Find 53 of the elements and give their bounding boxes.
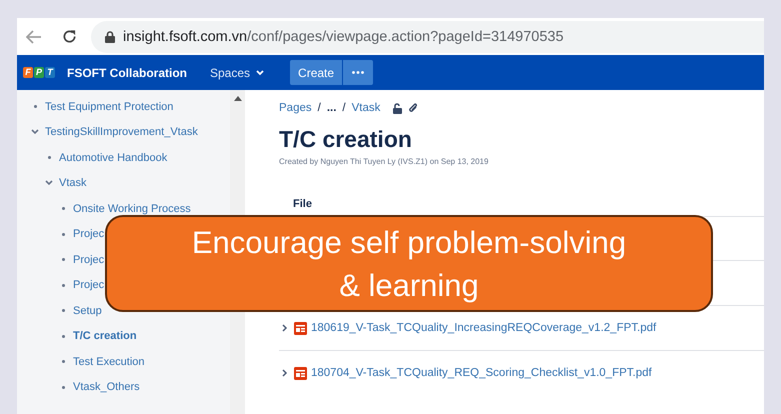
logo[interactable]: F P T <box>23 67 55 78</box>
unlock-icon[interactable] <box>392 102 402 114</box>
site-title[interactable]: FSOFT Collaboration <box>67 66 187 80</box>
bullet-icon <box>62 284 64 287</box>
more-button[interactable] <box>343 60 374 85</box>
file-link[interactable]: 180704_V-Task_TCQuality_REQ_Scoring_Checklist_v1.0_FPT.pdf <box>311 367 652 379</box>
tree-item[interactable]: Projec <box>73 228 104 240</box>
breadcrumb-separator: / <box>342 102 346 114</box>
bullet-icon <box>62 258 64 262</box>
tree-item[interactable]: Vtask_Others <box>73 381 140 394</box>
tree-item[interactable]: Projec <box>73 279 104 292</box>
bullet-icon <box>48 156 50 160</box>
scroll-up-icon[interactable] <box>234 96 242 101</box>
pdf-file-icon <box>294 366 307 380</box>
bullet-icon <box>62 334 64 338</box>
callout-text: Encourage self problem-solving & learning <box>192 224 626 304</box>
file-link[interactable]: 180619_V-Task_TCQuality_IncreasingREQCoverage_v1.2_FPT.pdf <box>311 322 656 334</box>
create-button[interactable]: Create <box>290 60 342 85</box>
paperclip-icon[interactable] <box>408 102 418 114</box>
chevron-down-icon <box>256 70 264 76</box>
tree-item[interactable]: Projec <box>73 254 104 266</box>
bullet-icon <box>34 105 36 108</box>
tree-item[interactable]: TestingSkillImprovement_Vtask <box>45 126 198 138</box>
caret-down-icon[interactable] <box>45 180 53 186</box>
bullet-icon <box>62 232 64 236</box>
more-icon <box>352 71 364 74</box>
page-title: T/C creation <box>279 126 413 153</box>
tree-item[interactable]: Automotive Handbook <box>59 152 168 164</box>
caret-down-icon[interactable] <box>31 129 39 136</box>
bullet-icon <box>62 386 64 389</box>
lock-icon <box>105 30 115 42</box>
reload-icon[interactable] <box>62 29 77 44</box>
breadcrumb-link[interactable]: Pages <box>279 102 312 114</box>
bullet-icon <box>62 207 64 210</box>
bullet-icon <box>62 309 64 312</box>
breadcrumb-ellipsis[interactable]: ... <box>326 102 336 114</box>
bullet-icon <box>62 360 64 364</box>
tree-item[interactable]: Test Equipment Protection <box>45 100 174 113</box>
address-field[interactable]: insight.fsoft.com.vn/conf/pages/viewpage.action?pageId=314970535 <box>91 20 764 52</box>
breadcrumb-separator: / <box>318 102 321 114</box>
tree-item[interactable]: T/C creation <box>73 330 137 342</box>
expand-icon[interactable] <box>282 324 288 332</box>
tree-item[interactable]: Test Execution <box>73 356 145 368</box>
column-header: File <box>293 198 312 210</box>
back-icon[interactable] <box>26 30 42 44</box>
expand-icon[interactable] <box>282 369 288 377</box>
tree-item[interactable]: Onsite Working Process <box>73 202 191 215</box>
byline: Created by Nguyen Thi Tuyen Ly (IVS.Z1) on Sep 13, 2019 <box>279 157 490 166</box>
spaces-menu[interactable]: Spaces <box>204 64 270 80</box>
pdf-file-icon <box>294 322 307 334</box>
tree-item[interactable]: Setup <box>73 304 102 317</box>
breadcrumb-link[interactable]: Vtask <box>352 102 380 114</box>
tree-item[interactable]: Vtask <box>59 177 87 190</box>
